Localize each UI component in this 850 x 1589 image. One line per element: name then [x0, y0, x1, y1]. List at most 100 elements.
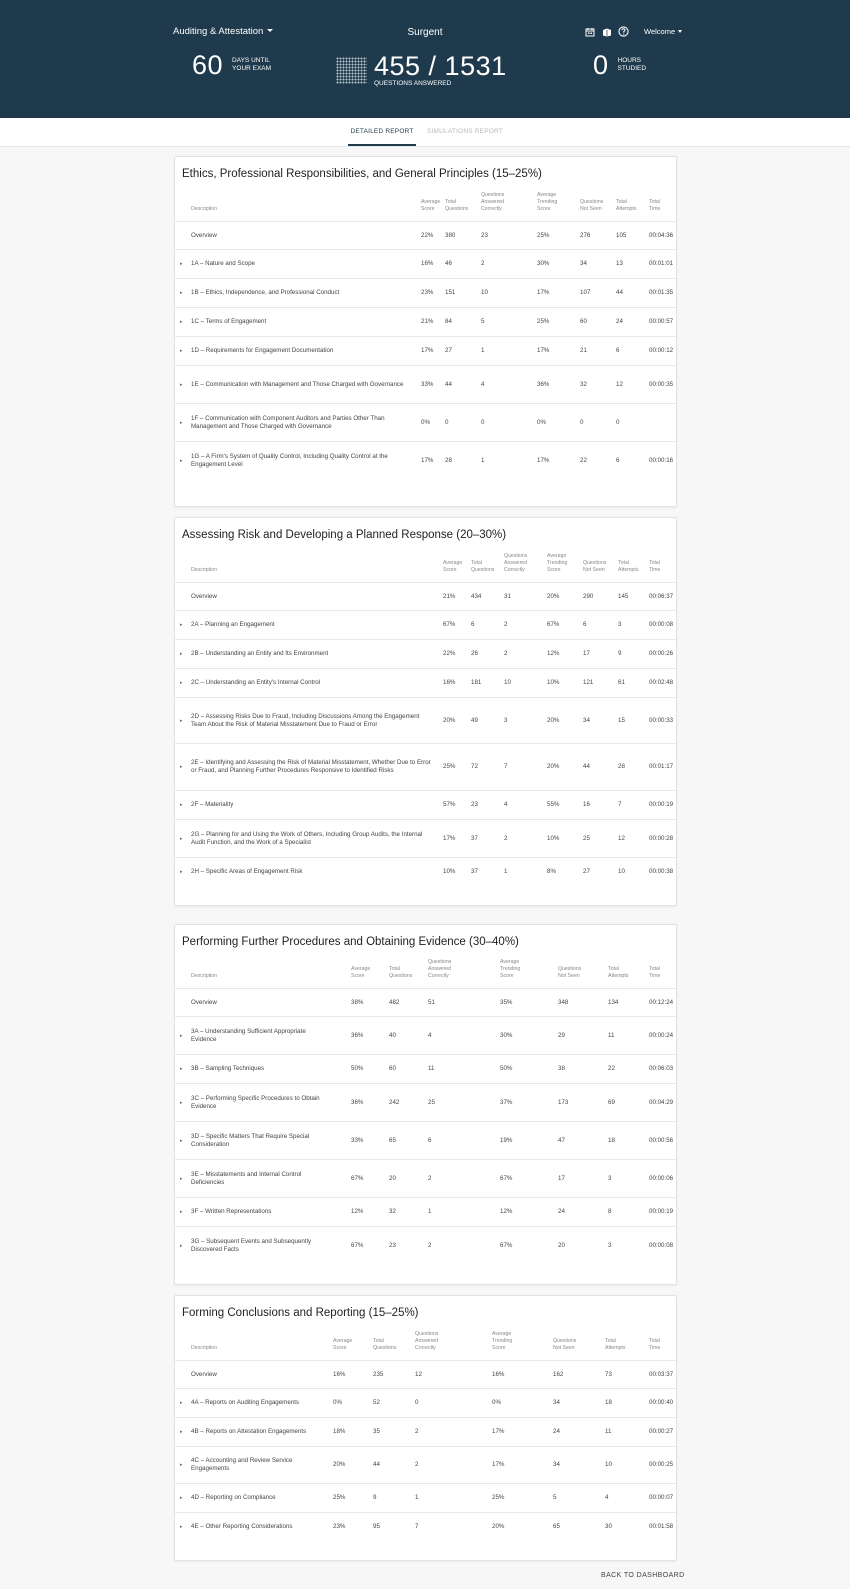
table-row[interactable]: ▸ 3B – Sampling Techniques 50% 60 11 50% 38 22 0… — [175, 1054, 676, 1083]
table-row[interactable]: ▸ 1A – Nature and Scope 16% 46 2 30% 34 13 00:01… — [175, 249, 676, 278]
table-row[interactable]: ▸ 2C – Understanding an Entity's Internal… — [175, 668, 676, 697]
column-header-line: Score — [443, 567, 457, 573]
help-icon[interactable] — [618, 26, 629, 37]
column-header-line: Score — [500, 973, 514, 979]
cell-total-questions: 380 — [445, 231, 456, 239]
expand-arrow-icon[interactable]: ▸ — [180, 318, 183, 326]
table-row[interactable]: ▸ 2F – Materiality 57% 23 4 55% 16 7 00:00:19 — [175, 790, 676, 819]
tab-detailed-report[interactable]: DETAILED REPORT — [348, 128, 416, 146]
cell-avg-score: 22% — [421, 231, 434, 239]
column-header-line: Time — [649, 567, 661, 573]
cell-total-time: 00:00:35 — [649, 380, 674, 388]
row-description: 3E – Misstatements and Internal Control … — [191, 1170, 302, 1186]
cell-answered-correctly: 1 — [481, 347, 485, 354]
table-row[interactable]: ▸ 1C – Terms of Engagement 21% 84 5 25% 60 24 00… — [175, 307, 676, 336]
table-row[interactable]: ▸ 2D – Assessing Risks Due to Fraud, Incl… — [175, 697, 676, 743]
hours-label: HOURS STUDIED — [618, 57, 647, 73]
column-header-avg-score: Average Score — [351, 966, 370, 980]
expand-arrow-icon[interactable]: ▸ — [180, 1494, 183, 1502]
cell-avg-trending-score: 20% — [547, 716, 560, 724]
expand-arrow-icon[interactable]: ▸ — [180, 801, 183, 809]
cell-total-time: 00:04:36 — [649, 231, 674, 239]
expand-arrow-icon[interactable]: ▸ — [180, 381, 183, 389]
table-row[interactable]: ▸ 2A – Planning an Engagement 67% 6 2 67% 6 3 00… — [175, 610, 676, 639]
section-title: Ethics, Professional Responsibilities, a… — [182, 168, 542, 180]
expand-arrow-icon[interactable]: ▸ — [180, 419, 183, 427]
row-description: Overview — [191, 998, 217, 1006]
calendar-icon[interactable] — [584, 26, 595, 37]
cell-questions-not-seen: 60 — [580, 318, 587, 325]
table-row[interactable]: ▸ 1G – A Firm's System of Quality Control… — [175, 441, 676, 479]
cell-avg-score: 10% — [443, 868, 456, 875]
table-row[interactable]: ▸ 3D – Specific Matters That Require Spec… — [175, 1121, 676, 1159]
cell-avg-score: 36% — [351, 1098, 364, 1106]
table-row[interactable]: ▸ 1B – Ethics, Independence, and Professi… — [175, 278, 676, 307]
expand-arrow-icon[interactable]: ▸ — [180, 1242, 183, 1250]
cell-avg-trending-score: 12% — [500, 1208, 513, 1215]
cell-total-questions: 49 — [471, 716, 478, 724]
welcome-menu[interactable]: Welcome — [644, 27, 683, 36]
expand-arrow-icon[interactable]: ▸ — [180, 1137, 183, 1145]
table-row[interactable]: ▸ 4D – Reporting on Compliance 25% 9 1 25% 5 4 0… — [175, 1483, 676, 1512]
cell-questions-not-seen: 17 — [583, 650, 590, 657]
expand-arrow-icon[interactable]: ▸ — [180, 347, 183, 355]
table-row[interactable]: ▸ 4E – Other Reporting Considerations 23% 9… — [175, 1512, 676, 1541]
expand-arrow-icon[interactable]: ▸ — [180, 621, 183, 629]
course-selector[interactable]: Auditing & Attestation — [173, 26, 274, 37]
table-row[interactable]: ▸ 3A – Understanding Sufficient Appropria… — [175, 1016, 676, 1054]
column-header-line: Total — [389, 966, 400, 972]
expand-arrow-icon[interactable]: ▸ — [180, 1208, 183, 1216]
cell-total-time: 00:00:19 — [649, 801, 674, 808]
column-header-avg-score: Average Score — [421, 199, 440, 213]
column-header-line: Time — [649, 1345, 661, 1351]
cell-avg-trending-score: 12% — [547, 650, 560, 657]
expand-arrow-icon[interactable]: ▸ — [180, 1523, 183, 1531]
expand-arrow-icon[interactable]: ▸ — [180, 763, 183, 771]
table-row[interactable]: ▸ 2E – Identifying and Assessing the Risk… — [175, 743, 676, 790]
expand-arrow-icon[interactable]: ▸ — [180, 1428, 183, 1436]
book-icon[interactable] — [601, 26, 612, 37]
expand-arrow-icon[interactable]: ▸ — [180, 289, 183, 297]
row-description: 4A – Reports on Auditing Engagements — [191, 1399, 300, 1406]
expand-arrow-icon[interactable]: ▸ — [180, 1461, 183, 1469]
days-label-line2: YOUR EXAM — [232, 65, 272, 72]
back-to-dashboard-link[interactable]: BACK TO DASHBOARD — [601, 1572, 685, 1579]
expand-arrow-icon[interactable]: ▸ — [180, 1065, 183, 1073]
table-row[interactable]: ▸ 4B – Reports on Attestation Engagements… — [175, 1417, 676, 1446]
expand-arrow-icon[interactable]: ▸ — [180, 1399, 183, 1407]
table-row[interactable]: ▸ 3E – Misstatements and Internal Control… — [175, 1159, 676, 1197]
expand-arrow-icon[interactable]: ▸ — [180, 260, 183, 268]
expand-arrow-icon[interactable]: ▸ — [180, 1175, 183, 1183]
expand-arrow-icon[interactable]: ▸ — [180, 835, 183, 843]
tab-simulations-report[interactable]: SIMULATIONS REPORT — [427, 128, 503, 135]
table-row[interactable]: ▸ 3G – Subsequent Events and Subsequently… — [175, 1226, 676, 1264]
table-row[interactable]: ▸ 4A – Reports on Auditing Engagements 0% 5… — [175, 1388, 676, 1417]
table-row[interactable]: ▸ 4C – Accounting and Review Service Enga… — [175, 1446, 676, 1483]
cell-total-time: 00:00:33 — [649, 716, 674, 724]
expand-arrow-icon[interactable]: ▸ — [180, 457, 183, 465]
cell-total-attempts: 12 — [616, 380, 623, 388]
table-row[interactable]: ▸ 2G – Planning for and Using the Work of… — [175, 819, 676, 857]
cell-questions-not-seen: 34 — [553, 1461, 560, 1468]
expand-arrow-icon[interactable]: ▸ — [180, 650, 183, 658]
expand-arrow-icon[interactable]: ▸ — [180, 679, 183, 687]
column-header-line: Total — [616, 199, 627, 205]
row-description: 3G – Subsequent Events and Subsequently … — [191, 1237, 312, 1253]
cell-total-time: 00:00:28 — [649, 834, 674, 842]
section-card: Forming Conclusions and Reporting (15–25… — [174, 1295, 677, 1561]
expand-arrow-icon[interactable]: ▸ — [180, 1032, 183, 1040]
expand-arrow-icon[interactable]: ▸ — [180, 717, 183, 725]
table-row[interactable]: ▸ 2B – Understanding an Entity and Its En… — [175, 639, 676, 668]
cell-total-time: 00:00:08 — [649, 621, 674, 628]
cell-avg-trending-score: 20% — [547, 592, 560, 600]
cell-answered-correctly: 6 — [428, 1136, 432, 1144]
table-row[interactable]: ▸ 1F – Communication with Component Audit… — [175, 403, 676, 441]
column-header-line: Score — [333, 1345, 347, 1351]
table-row[interactable]: ▸ 3F – Written Representations 12% 32 1 12% 24… — [175, 1197, 676, 1226]
expand-arrow-icon[interactable]: ▸ — [180, 868, 183, 876]
table-row[interactable]: ▸ 2H – Specific Areas of Engagement Risk 1… — [175, 857, 676, 886]
expand-arrow-icon[interactable]: ▸ — [180, 1099, 183, 1107]
table-row[interactable]: ▸ 1D – Requirements for Engagement Docume… — [175, 336, 676, 365]
table-row[interactable]: ▸ 3C – Performing Specific Procedures to … — [175, 1083, 676, 1121]
table-row[interactable]: ▸ 1E – Communication with Management and … — [175, 365, 676, 403]
